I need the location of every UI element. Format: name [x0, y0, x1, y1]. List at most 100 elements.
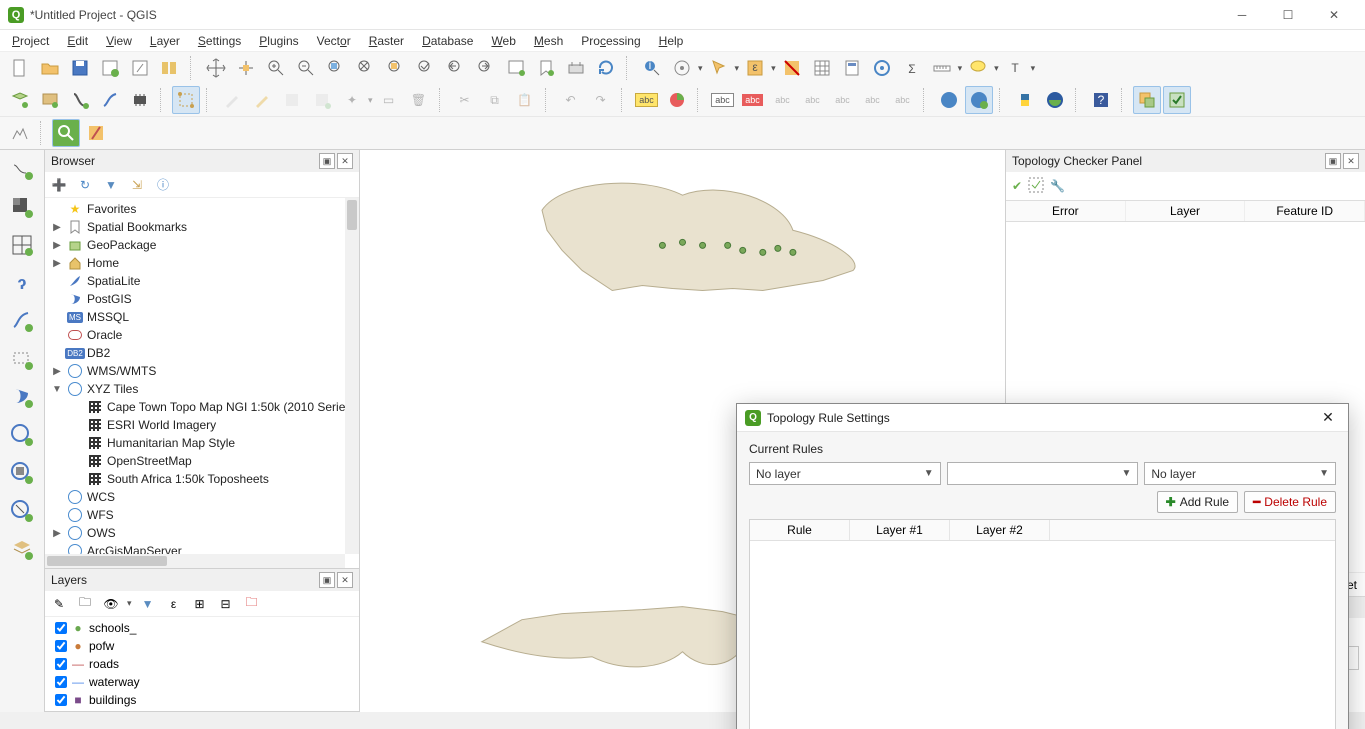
layer-visibility-checkbox[interactable]: [55, 658, 67, 670]
topology-checker-icon[interactable]: [1133, 86, 1161, 114]
add-vector-layer-icon[interactable]: [6, 86, 34, 114]
measure-icon[interactable]: [928, 54, 956, 82]
cut-icon[interactable]: ✂: [451, 86, 479, 114]
new-geopackage-icon[interactable]: [96, 86, 124, 114]
browser-item[interactable]: PostGIS: [45, 290, 359, 308]
toolbox-icon[interactable]: [868, 54, 896, 82]
browser-child-item[interactable]: ESRI World Imagery: [45, 416, 359, 434]
text-annotation-icon[interactable]: T: [1001, 54, 1029, 82]
layers-undock-button[interactable]: ▣: [319, 572, 335, 588]
label-move-icon[interactable]: abc: [829, 86, 857, 114]
browser-item[interactable]: SpatiaLite: [45, 272, 359, 290]
browser-add-icon[interactable]: ➕: [49, 175, 69, 195]
redo-icon[interactable]: ↷: [587, 86, 615, 114]
menu-web[interactable]: Web: [483, 32, 523, 50]
add-polygon-icon[interactable]: [308, 86, 336, 114]
add-vector-gutter-icon[interactable]: [7, 154, 37, 184]
add-rule-button[interactable]: ✚Add Rule: [1157, 491, 1238, 513]
add-raster-gutter-icon[interactable]: [7, 192, 37, 222]
save-edits-icon[interactable]: [248, 86, 276, 114]
quick-osm-icon[interactable]: [52, 119, 80, 147]
layer-visibility-checkbox[interactable]: [55, 622, 67, 634]
label-layer-icon[interactable]: abc: [709, 86, 737, 114]
browser-filter-icon[interactable]: ▼: [101, 175, 121, 195]
add-mesh-gutter-icon[interactable]: [7, 230, 37, 260]
layer-visibility-checkbox[interactable]: [55, 640, 67, 652]
style-manager-icon[interactable]: [156, 54, 184, 82]
menu-layer[interactable]: Layer: [142, 32, 188, 50]
layers-collapse-icon[interactable]: ⊟: [216, 594, 236, 614]
label-rotate-icon[interactable]: abc: [859, 86, 887, 114]
map-tips-icon[interactable]: [964, 54, 992, 82]
configure-icon[interactable]: 🔧: [1050, 179, 1065, 193]
browser-scrollbar-v[interactable]: [345, 198, 359, 554]
browser-scrollbar-h[interactable]: [45, 554, 345, 568]
layer1-combo[interactable]: No layer▼: [749, 462, 941, 485]
pan-icon[interactable]: [202, 54, 230, 82]
select-by-value-icon[interactable]: ε: [741, 54, 769, 82]
quick-osm-query-icon[interactable]: [82, 119, 110, 147]
layer-item[interactable]: ■buildings: [49, 691, 355, 709]
browser-close-button[interactable]: ✕: [337, 153, 353, 169]
menu-vector[interactable]: Vector: [309, 32, 359, 50]
menu-raster[interactable]: Raster: [361, 32, 412, 50]
action-icon[interactable]: [668, 54, 696, 82]
zoom-native-icon[interactable]: [322, 54, 350, 82]
temporal-controller-icon[interactable]: [562, 54, 590, 82]
label-icon[interactable]: abc: [633, 86, 661, 114]
zoom-next-icon[interactable]: [472, 54, 500, 82]
new-print-layout-icon[interactable]: [96, 54, 124, 82]
browser-undock-button[interactable]: ▣: [319, 153, 335, 169]
new-map-view-icon[interactable]: [502, 54, 530, 82]
rule-combo[interactable]: ▼: [947, 462, 1139, 485]
layers-expression-icon[interactable]: ε: [164, 594, 184, 614]
new-vector-layer-icon[interactable]: [66, 86, 94, 114]
menu-help[interactable]: Help: [651, 32, 692, 50]
browser-refresh-icon[interactable]: ↻: [75, 175, 95, 195]
paste-icon[interactable]: 📋: [511, 86, 539, 114]
geometry-checker-icon[interactable]: [1163, 86, 1191, 114]
menu-processing[interactable]: Processing: [573, 32, 648, 50]
topology-undock-button[interactable]: ▣: [1325, 153, 1341, 169]
browser-item[interactable]: ★Favorites: [45, 200, 359, 218]
layer-item[interactable]: —roads: [49, 655, 355, 673]
layers-close-button[interactable]: ✕: [337, 572, 353, 588]
deselect-icon[interactable]: [778, 54, 806, 82]
label-change-icon[interactable]: abc: [889, 86, 917, 114]
browser-item[interactable]: Oracle: [45, 326, 359, 344]
browser-item[interactable]: ▶WMS/WMTS: [45, 362, 359, 380]
layer-item[interactable]: ●schools_: [49, 619, 355, 637]
browser-child-item[interactable]: Cape Town Topo Map NGI 1:50k (2010 Serie…: [45, 398, 359, 416]
menu-view[interactable]: View: [98, 32, 140, 50]
layer-item[interactable]: —waterway: [49, 673, 355, 691]
browser-tree[interactable]: ★Favorites▶Spatial Bookmarks▶GeoPackage▶…: [45, 198, 359, 568]
new-bookmark-icon[interactable]: [532, 54, 560, 82]
menu-plugins[interactable]: Plugins: [251, 32, 306, 50]
layout-manager-icon[interactable]: [126, 54, 154, 82]
vertex-tool-icon[interactable]: ✦: [338, 86, 366, 114]
validate-all-icon[interactable]: ✔: [1012, 179, 1022, 193]
layers-visibility-icon[interactable]: 👁: [101, 594, 121, 614]
zoom-out-icon[interactable]: [292, 54, 320, 82]
plugins-icon[interactable]: [1041, 86, 1069, 114]
field-calculator-icon[interactable]: [838, 54, 866, 82]
copy-icon[interactable]: ⧉: [481, 86, 509, 114]
label-show-icon[interactable]: abc: [799, 86, 827, 114]
statistics-icon[interactable]: Σ: [898, 54, 926, 82]
open-project-icon[interactable]: [36, 54, 64, 82]
osm-download-icon[interactable]: [935, 86, 963, 114]
layer-visibility-checkbox[interactable]: [55, 676, 67, 688]
delete-selected-icon[interactable]: 🗑: [405, 86, 433, 114]
layer-item[interactable]: ●pofw: [49, 637, 355, 655]
menu-mesh[interactable]: Mesh: [526, 32, 571, 50]
delete-rule-button[interactable]: ━Delete Rule: [1244, 491, 1336, 513]
browser-collapse-icon[interactable]: ⇲: [127, 175, 147, 195]
new-project-icon[interactable]: [6, 54, 34, 82]
zoom-last-icon[interactable]: [442, 54, 470, 82]
zoom-selection-icon[interactable]: [382, 54, 410, 82]
undo-icon[interactable]: ↶: [557, 86, 585, 114]
browser-item[interactable]: MSMSSQL: [45, 308, 359, 326]
zoom-full-icon[interactable]: [352, 54, 380, 82]
identify-icon[interactable]: i: [638, 54, 666, 82]
window-minimize-button[interactable]: ─: [1219, 0, 1265, 30]
